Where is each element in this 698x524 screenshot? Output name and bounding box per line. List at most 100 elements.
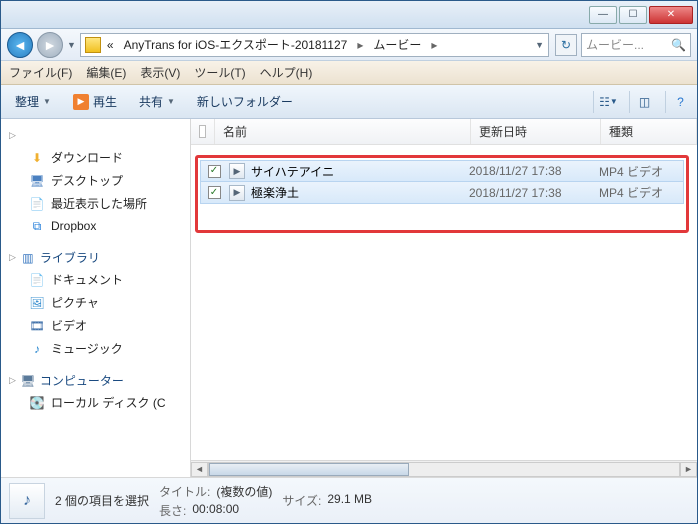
search-input[interactable]: ムービー... 🔍 (581, 33, 691, 57)
menu-edit[interactable]: 編集(E) (86, 64, 126, 81)
menu-bar: ファイル(F) 編集(E) 表示(V) ツール(T) ヘルプ(H) (1, 61, 697, 85)
body: ▷ ⬇ダウンロード🖥デスクトップ📄最近表示した場所⧉Dropbox ▷▥ライブラ… (1, 119, 697, 477)
explorer-window: ― ☐ ✕ ◄ ► ▼ « AnyTrans for iOS-エクスポート-20… (0, 0, 698, 524)
column-type[interactable]: 種類 (601, 119, 697, 144)
share-button[interactable]: 共有▼ (133, 91, 181, 112)
column-checkbox[interactable] (191, 119, 215, 144)
status-length-value: 00:08:00 (192, 502, 239, 519)
sidebar-item[interactable]: 🖼 ピクチャ (1, 291, 190, 314)
toolbar: 整理▼ ▶ 再生 共有▼ 新しいフォルダー ☷ ▼ ◫ ? (1, 85, 697, 119)
search-icon: 🔍 (671, 38, 686, 52)
history-dropdown-icon[interactable]: ▼ (67, 40, 76, 50)
scroll-right-icon[interactable]: ► (680, 462, 697, 477)
collapse-icon: ▷ (9, 375, 16, 386)
horizontal-scrollbar[interactable]: ◄ ► (191, 460, 697, 477)
play-button[interactable]: ▶ 再生 (67, 91, 123, 112)
view-options-button[interactable]: ☷ ▼ (593, 91, 617, 113)
sidebar-item-label: ローカル ディスク (C (51, 394, 166, 411)
sidebar-item[interactable]: 📄 ドキュメント (1, 268, 190, 291)
file-row[interactable]: ✓ ▶ 極楽浄土 2018/11/27 17:38 MP4 ビデオ (200, 182, 684, 204)
status-length-label: 長さ: (159, 502, 186, 519)
collapse-icon: ▷ (9, 252, 16, 263)
address-dropdown-icon[interactable]: ▼ (535, 40, 544, 50)
sidebar-item-icon: ♪ (29, 341, 45, 357)
highlight-box: ✓▶サイハテアイニ2018/11/27 17:38MP4 ビデオ✓▶極楽浄土20… (195, 155, 689, 233)
nav-bar: ◄ ► ▼ « AnyTrans for iOS-エクスポート-20181127… (1, 29, 697, 61)
menu-tools[interactable]: ツール(T) (194, 64, 245, 81)
status-size-label: サイズ: (282, 492, 321, 509)
library-icon: ▥ (20, 250, 36, 266)
sidebar-item-icon: 🎞 (29, 318, 45, 334)
search-placeholder: ムービー... (586, 36, 644, 53)
breadcrumb[interactable]: ムービー (369, 34, 425, 55)
sidebar-item-label: 最近表示した場所 (51, 195, 147, 212)
file-type: MP4 ビデオ (599, 184, 663, 201)
close-button[interactable]: ✕ (649, 6, 693, 24)
breadcrumb[interactable]: AnyTrans for iOS-エクスポート-20181127 (120, 34, 352, 55)
breadcrumb-prefix: « (103, 36, 118, 54)
video-file-icon: ▶ (229, 163, 245, 179)
file-list[interactable]: ✓▶サイハテアイニ2018/11/27 17:38MP4 ビデオ✓▶極楽浄土20… (191, 145, 697, 460)
sidebar-item-label: デスクトップ (51, 172, 123, 189)
sidebar-item[interactable]: 📄 最近表示した場所 (1, 192, 190, 215)
scroll-left-icon[interactable]: ◄ (191, 462, 208, 477)
file-thumbnail-icon: ♪ (9, 483, 45, 519)
sidebar-item-label: ビデオ (51, 317, 87, 334)
folder-icon (85, 37, 101, 53)
column-date[interactable]: 更新日時 (471, 119, 601, 144)
file-date: 2018/11/27 17:38 (469, 186, 562, 200)
refresh-button[interactable]: ↻ (555, 34, 577, 56)
sidebar-item-label: Dropbox (51, 219, 96, 233)
sidebar-item-icon: 📄 (29, 196, 45, 212)
chevron-down-icon: ▼ (167, 97, 175, 106)
file-name: 極楽浄土 (251, 184, 299, 201)
chevron-right-icon[interactable]: ▸ (353, 36, 367, 54)
sidebar-group-favorites[interactable]: ▷ (1, 125, 190, 146)
sidebar: ▷ ⬇ダウンロード🖥デスクトップ📄最近表示した場所⧉Dropbox ▷▥ライブラ… (1, 119, 191, 477)
sidebar-item-icon: ⧉ (29, 218, 45, 234)
sidebar-item-label: ダウンロード (51, 149, 123, 166)
file-row[interactable]: ✓▶サイハテアイニ2018/11/27 17:38MP4 ビデオ (200, 160, 684, 182)
column-headers: 名前 更新日時 種類 (191, 119, 697, 145)
select-all-checkbox[interactable] (199, 125, 206, 138)
sidebar-item-label: ピクチャ (51, 294, 99, 311)
chevron-right-icon[interactable]: ▸ (427, 36, 441, 54)
sidebar-item[interactable]: 💽ローカル ディスク (C (1, 391, 190, 414)
maximize-button[interactable]: ☐ (619, 6, 647, 24)
menu-help[interactable]: ヘルプ(H) (260, 64, 313, 81)
main-pane: 名前 更新日時 種類 ✓▶サイハテアイニ2018/11/27 17:38MP4 … (191, 119, 697, 477)
sidebar-item[interactable]: 🎞 ビデオ (1, 314, 190, 337)
sidebar-item-icon: 📄 (29, 272, 45, 288)
collapse-icon: ▷ (9, 130, 16, 141)
new-folder-button[interactable]: 新しいフォルダー (191, 91, 299, 112)
preview-pane-button[interactable]: ◫ (629, 91, 653, 113)
help-button[interactable]: ? (665, 91, 689, 113)
minimize-button[interactable]: ― (589, 6, 617, 24)
sidebar-group-libraries[interactable]: ▷▥ライブラリ (1, 247, 190, 268)
row-checkbox[interactable]: ✓ (208, 186, 221, 199)
scrollbar-track[interactable] (208, 462, 680, 477)
row-checkbox[interactable]: ✓ (208, 165, 221, 178)
forward-button[interactable]: ► (37, 32, 63, 58)
menu-file[interactable]: ファイル(F) (9, 64, 72, 81)
sidebar-item[interactable]: ⬇ダウンロード (1, 146, 190, 169)
sidebar-item-icon: 🖼 (29, 295, 45, 311)
video-file-icon: ▶ (229, 185, 245, 201)
sidebar-item-icon: 🖥 (29, 173, 45, 189)
status-bar: ♪ 2 個の項目を選択 タイトル:(複数の値) 長さ:00:08:00 サイズ:… (1, 477, 697, 523)
sidebar-group-computer[interactable]: ▷🖥コンピューター (1, 370, 190, 391)
back-button[interactable]: ◄ (7, 32, 33, 58)
column-name[interactable]: 名前 (215, 119, 471, 144)
sidebar-item[interactable]: ♪ ミュージック (1, 337, 190, 360)
sidebar-item[interactable]: ⧉ Dropbox (1, 215, 190, 237)
selection-count: 2 個の項目を選択 (55, 492, 149, 509)
scrollbar-thumb[interactable] (209, 463, 409, 476)
sidebar-item-label: ミュージック (51, 340, 123, 357)
sidebar-item-label: ドキュメント (51, 271, 123, 288)
organize-button[interactable]: 整理▼ (9, 91, 57, 112)
chevron-down-icon: ▼ (43, 97, 51, 106)
sidebar-item[interactable]: 🖥 デスクトップ (1, 169, 190, 192)
menu-view[interactable]: 表示(V) (140, 64, 180, 81)
address-bar[interactable]: « AnyTrans for iOS-エクスポート-20181127 ▸ ムービ… (80, 33, 549, 57)
status-title-label: タイトル: (159, 483, 210, 500)
